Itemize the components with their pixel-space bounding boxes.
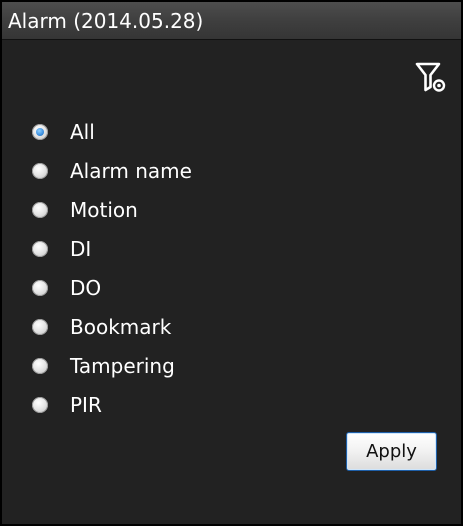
- radio-button[interactable]: [32, 123, 48, 140]
- radio-label: PIR: [70, 392, 102, 417]
- radio-label: Bookmark: [70, 314, 172, 339]
- radio-button[interactable]: [32, 162, 48, 179]
- radio-button[interactable]: [32, 396, 48, 413]
- radio-option-do[interactable]: DO: [32, 268, 192, 307]
- radio-label: All: [70, 119, 95, 144]
- filter-settings-icon[interactable]: [414, 60, 448, 94]
- radio-label: Tampering: [70, 353, 175, 378]
- radio-label: DI: [70, 236, 92, 261]
- alarm-filter-panel: Alarm (2014.05.28) All Alarm name Motion…: [0, 0, 463, 526]
- radio-button[interactable]: [32, 201, 48, 218]
- radio-option-motion[interactable]: Motion: [32, 190, 192, 229]
- radio-label: Alarm name: [70, 158, 192, 183]
- alarm-type-radio-group: All Alarm name Motion DI DO Bookmark Tam…: [32, 112, 192, 424]
- radio-label: DO: [70, 275, 102, 300]
- radio-button[interactable]: [32, 240, 48, 257]
- radio-label: Motion: [70, 197, 138, 222]
- radio-option-all[interactable]: All: [32, 112, 192, 151]
- radio-option-bookmark[interactable]: Bookmark: [32, 307, 192, 346]
- title-bar: Alarm (2014.05.28): [2, 2, 461, 40]
- radio-button[interactable]: [32, 279, 48, 296]
- radio-option-alarm-name[interactable]: Alarm name: [32, 151, 192, 190]
- radio-button[interactable]: [32, 318, 48, 335]
- radio-option-di[interactable]: DI: [32, 229, 192, 268]
- radio-button[interactable]: [32, 357, 48, 374]
- apply-button[interactable]: Apply: [346, 432, 437, 471]
- radio-option-pir[interactable]: PIR: [32, 385, 192, 424]
- panel-title: Alarm (2014.05.28): [8, 9, 204, 33]
- radio-option-tampering[interactable]: Tampering: [32, 346, 192, 385]
